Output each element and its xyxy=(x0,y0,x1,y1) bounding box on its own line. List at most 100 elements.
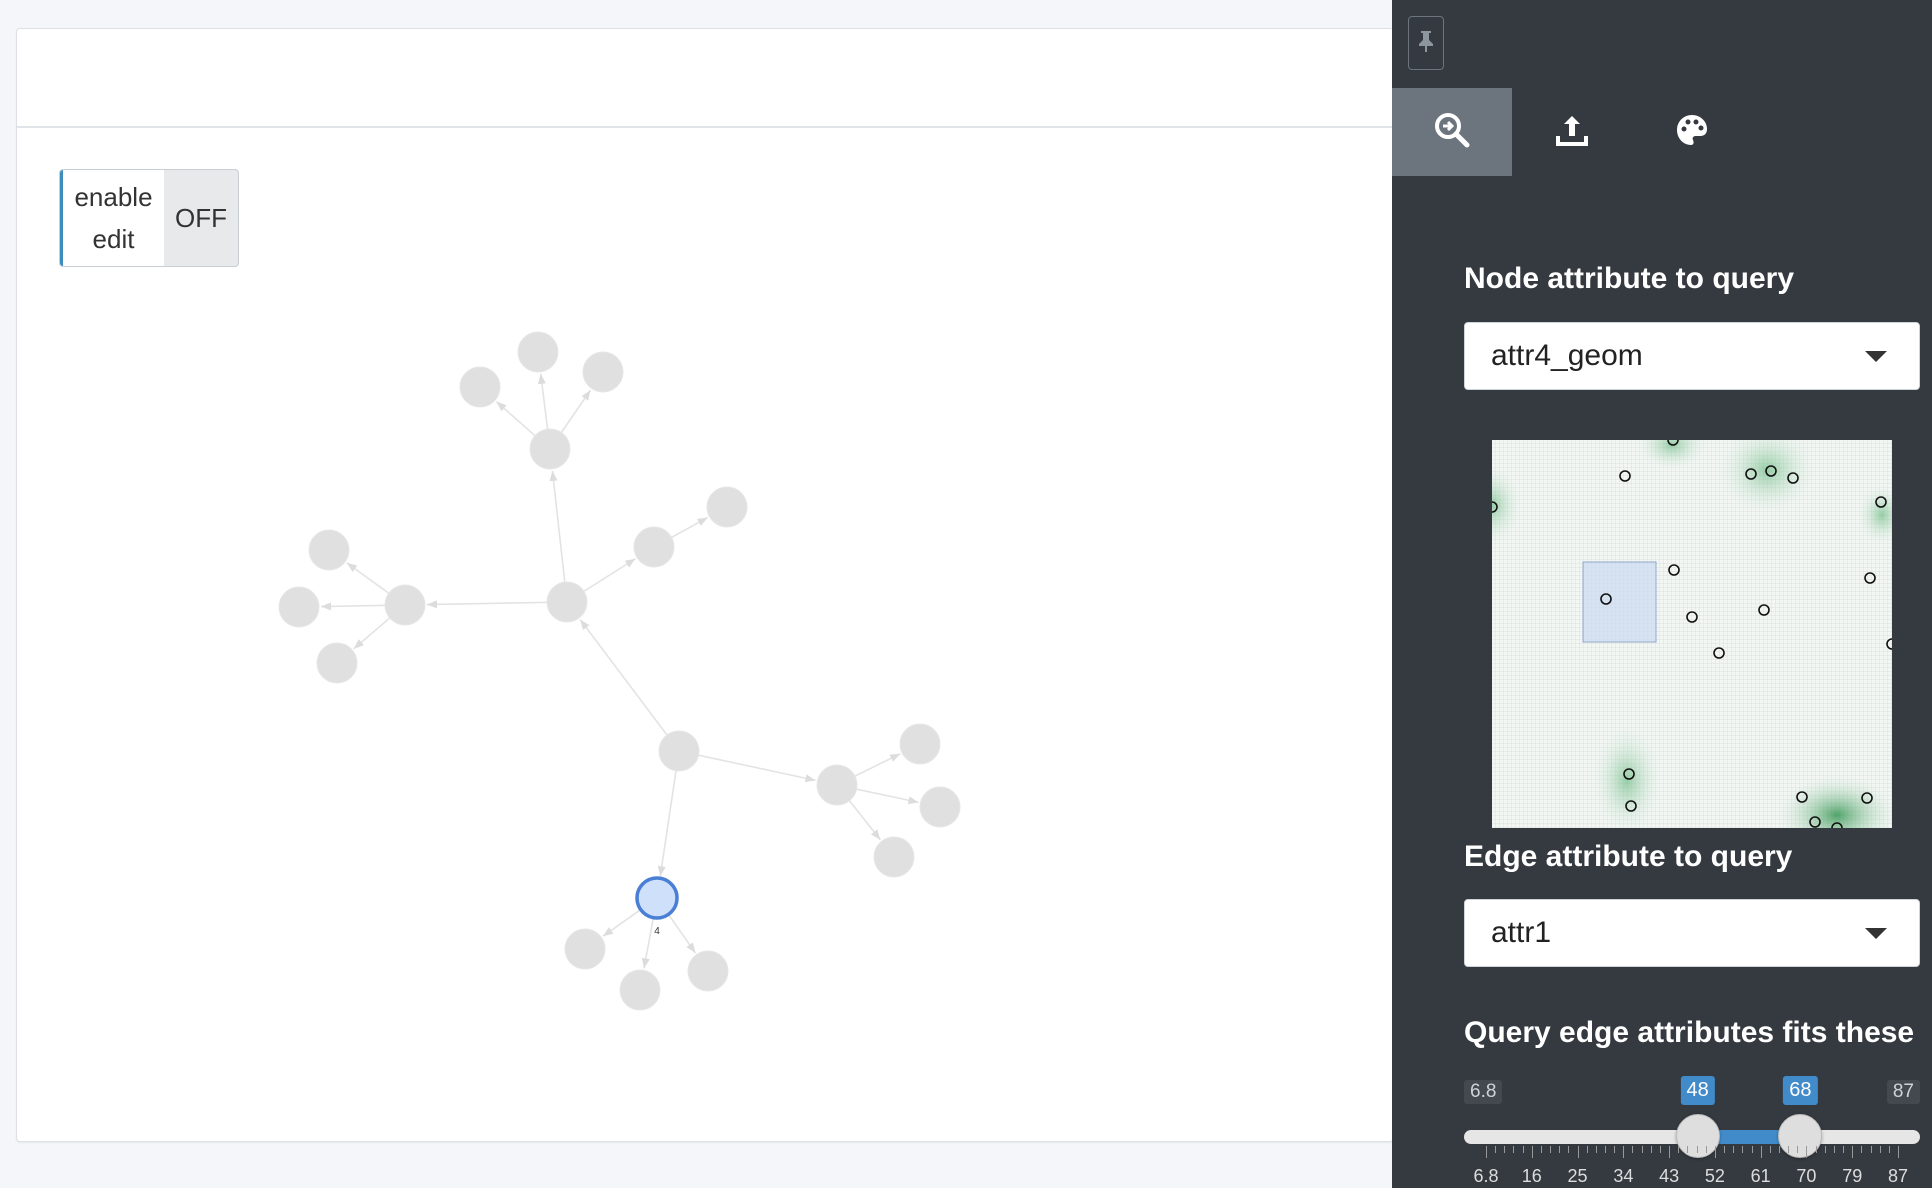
graph-node[interactable] xyxy=(459,366,501,408)
graph-node[interactable] xyxy=(816,764,858,806)
edge-arrowhead xyxy=(624,558,636,568)
slider-tick xyxy=(1824,1146,1826,1153)
graph-edge[interactable] xyxy=(678,750,816,782)
edge-arrowhead xyxy=(686,942,696,953)
slider-tick xyxy=(1714,1146,1716,1158)
graph-node[interactable] xyxy=(899,723,941,765)
slider-tick xyxy=(1888,1146,1890,1153)
slider-tick xyxy=(1623,1146,1625,1158)
slider-tick xyxy=(1678,1146,1680,1153)
slider-high-label: 68 xyxy=(1783,1076,1818,1105)
graph-node[interactable] xyxy=(308,529,350,571)
slider-tick xyxy=(1559,1146,1561,1153)
edge-arrowhead xyxy=(537,373,546,385)
palette-icon xyxy=(1674,112,1710,153)
edge-range-slider[interactable]: 6.8 87 48 68 6.8 16 25 34 43 52 61 70 79 87 xyxy=(1464,1070,1920,1188)
graph-node[interactable] xyxy=(658,730,700,772)
slider-tick-label: 87 xyxy=(1887,1166,1909,1186)
selected-node-label: 4 xyxy=(654,926,660,937)
edge-arrowhead xyxy=(580,619,590,630)
slider-tick xyxy=(1797,1146,1799,1153)
slider-tick xyxy=(1705,1146,1707,1153)
tab-query[interactable] xyxy=(1392,88,1512,176)
slider-low-handle[interactable] xyxy=(1675,1114,1720,1158)
slider-tick xyxy=(1531,1146,1533,1158)
graph-node-selected[interactable] xyxy=(635,876,679,920)
edge-arrowhead xyxy=(804,774,816,783)
slider-tick xyxy=(1751,1146,1753,1153)
graph-node[interactable] xyxy=(619,969,661,1011)
slider-tick xyxy=(1861,1146,1863,1153)
node-attr-label: Node attribute to query xyxy=(1464,262,1795,295)
network-graph[interactable]: 4 xyxy=(0,0,1392,1188)
node-attr-value: attr4_geom xyxy=(1491,339,1643,372)
edge-arrowhead xyxy=(549,470,558,482)
slider-tick-label: 34 xyxy=(1613,1166,1634,1186)
graph-node[interactable] xyxy=(564,928,606,970)
search-icon xyxy=(1433,111,1471,154)
slider-tick xyxy=(1486,1146,1487,1158)
edge-arrowhead xyxy=(426,600,438,609)
slider-tick-label: 16 xyxy=(1521,1166,1542,1186)
graph-node[interactable] xyxy=(278,586,320,628)
slider-tick xyxy=(1659,1146,1661,1153)
slider-tick xyxy=(1879,1146,1881,1153)
slider-min-label: 6.8 xyxy=(1464,1080,1503,1104)
slider-tick xyxy=(1696,1146,1698,1153)
slider-tick xyxy=(1577,1146,1579,1158)
edge-arrowhead xyxy=(602,927,614,937)
slider-tick-label: 61 xyxy=(1750,1166,1771,1186)
edge-attr-value: attr1 xyxy=(1491,916,1552,949)
slider-tick xyxy=(1778,1146,1780,1153)
chevron-down-icon xyxy=(1865,928,1887,939)
node-attr-select[interactable]: attr4_geom xyxy=(1464,322,1920,390)
graph-node[interactable] xyxy=(316,642,358,684)
pin-button[interactable] xyxy=(1408,16,1444,70)
graph-node[interactable] xyxy=(687,950,729,992)
pin-icon xyxy=(1417,29,1435,58)
slider-tick xyxy=(1898,1146,1899,1158)
slider-tick xyxy=(1614,1146,1616,1153)
slider-max-label: 87 xyxy=(1886,1080,1920,1104)
edge-arrowhead xyxy=(657,865,666,877)
slider-tick xyxy=(1586,1146,1588,1153)
edge-arrowhead xyxy=(907,796,919,805)
edge-arrowhead xyxy=(581,390,591,401)
graph-node[interactable] xyxy=(384,584,426,626)
graph-edge[interactable] xyxy=(579,619,680,752)
geometry-query-map[interactable] xyxy=(1492,440,1892,828)
graph-node[interactable] xyxy=(919,786,961,828)
edge-attr-select[interactable]: attr1 xyxy=(1464,899,1920,967)
edge-arrowhead xyxy=(641,957,650,969)
slider-tick xyxy=(1504,1146,1506,1153)
slider-tick xyxy=(1733,1146,1735,1153)
slider-tick xyxy=(1568,1146,1570,1153)
graph-node[interactable] xyxy=(546,581,588,623)
graph-node[interactable] xyxy=(582,351,624,393)
slider-tick xyxy=(1540,1146,1542,1153)
slider-tick xyxy=(1724,1146,1726,1153)
graph-node[interactable] xyxy=(529,428,571,470)
slider-tick xyxy=(1833,1146,1835,1153)
slider-tick xyxy=(1870,1146,1872,1153)
edge-attr-label: Edge attribute to query xyxy=(1464,840,1793,873)
slider-tick-label: 6.8 xyxy=(1473,1166,1499,1186)
tab-style[interactable] xyxy=(1632,88,1752,176)
graph-node[interactable] xyxy=(517,331,559,373)
slider-tick xyxy=(1760,1146,1762,1158)
tab-upload[interactable] xyxy=(1512,88,1632,176)
slider-tick xyxy=(1788,1146,1790,1153)
graph-node[interactable] xyxy=(873,836,915,878)
slider-tick-label: 70 xyxy=(1796,1166,1817,1186)
slider-tick-label: 79 xyxy=(1842,1166,1863,1186)
graph-node[interactable] xyxy=(633,526,675,568)
slider-tick xyxy=(1852,1146,1854,1158)
graph-edge[interactable] xyxy=(426,601,568,606)
slider-tick xyxy=(1843,1146,1845,1153)
slider-tick-label: 43 xyxy=(1659,1166,1680,1186)
slider-tick xyxy=(1742,1146,1744,1153)
edge-arrowhead xyxy=(320,602,332,611)
chevron-down-icon xyxy=(1865,351,1887,362)
graph-node[interactable] xyxy=(706,486,748,528)
slider-tick-label: 52 xyxy=(1704,1166,1725,1186)
